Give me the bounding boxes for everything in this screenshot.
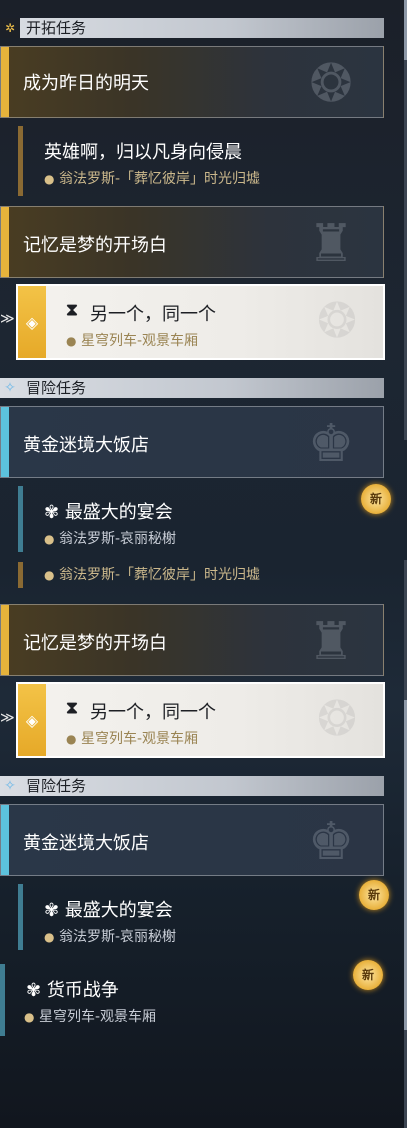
emblem-icon: ♚ — [307, 812, 355, 872]
quest-sub-bar — [18, 126, 23, 196]
quest-sub-adv1[interactable]: ✾ 最盛大的宴会 ● 翁法罗斯-哀丽秘榭 — [18, 884, 384, 950]
quest-location: ● 翁法罗斯-「葬忆彼岸」时光归墟 — [44, 567, 261, 583]
quest-sub-bar — [18, 486, 23, 552]
quest-card-main2[interactable]: ♜ 记忆是梦的开场白 — [0, 604, 384, 676]
location-pin-icon: ● — [66, 732, 77, 746]
quest-sub-bar — [18, 884, 23, 950]
section-header-trailblaze: ✲ 开拓任务 — [0, 18, 384, 38]
quest-location: ● 星穹列车-观景车厢 — [66, 731, 199, 747]
quest-card-main1[interactable]: ❂ 成为昨日的明天 — [0, 46, 384, 118]
quest-sub-adv1[interactable]: ✾ 最盛大的宴会 ● 翁法罗斯-哀丽秘榭 — [18, 486, 384, 552]
quest-location: ● 翁法罗斯-哀丽秘榭 — [44, 929, 177, 945]
emblem-icon: ♜ — [307, 214, 355, 274]
location-pin-icon: ● — [44, 532, 55, 546]
location-pin-icon: ● — [44, 930, 55, 944]
selected-arrow-icon: ≫ — [0, 311, 15, 327]
quest-sub-main2-selected[interactable]: ◈ ❂ ⧗ 另一个，同一个 ● 星穹列车-观景车厢 — [16, 682, 385, 758]
location-pin-icon: ● — [66, 334, 77, 348]
quest-sub-adv2[interactable]: ✾ 货币战争 ● 星穹列车-观景车厢 — [0, 964, 384, 1036]
quest-card-adv1[interactable]: ♚ 黄金迷境大饭店 — [0, 804, 384, 876]
quest-sub-title: 英雄啊，归以凡身向侵晨 — [44, 142, 242, 163]
section-header-adventure: ✧ 冒险任务 — [0, 378, 384, 398]
emblem-icon: ❂ — [309, 54, 353, 114]
quest-title: 成为昨日的明天 — [23, 73, 149, 94]
quest-card-main2[interactable]: ♜ 记忆是梦的开场白 — [0, 206, 384, 278]
quest-title: 记忆是梦的开场白 — [23, 633, 167, 654]
quest-sub-main2-selected[interactable]: ◈ ❂ ⧗ 另一个，同一个 ● 星穹列车-观景车厢 — [16, 284, 385, 360]
selected-diamond-icon: ◈ — [18, 684, 46, 756]
location-pin-icon: ● — [44, 568, 55, 582]
selected-arrow-icon: ≫ — [0, 710, 15, 726]
emblem-icon: ♜ — [307, 612, 355, 672]
selected-diamond-icon: ◈ — [18, 286, 46, 358]
section-label: 冒险任务 — [26, 777, 87, 795]
quest-location: ● 星穹列车-观景车厢 — [24, 1009, 157, 1025]
quest-sub-title: ✾ 货币战争 — [26, 980, 119, 1001]
quest-sub-bar — [18, 562, 23, 588]
quest-title: 黄金迷境大饭店 — [23, 435, 149, 456]
hourglass-icon: ⧗ — [66, 300, 78, 320]
emblem-icon: ❂ — [316, 691, 358, 747]
section-header-adventure: ✧ 冒险任务 — [0, 776, 384, 796]
hourglass-icon: ⧗ — [66, 698, 78, 718]
emblem-icon: ❂ — [316, 293, 358, 349]
quest-location: ● 翁法罗斯-哀丽秘榭 — [44, 531, 177, 547]
quest-sub-title: ✾ 最盛大的宴会 — [44, 900, 173, 921]
adventure-section-icon: ✧ — [4, 778, 16, 794]
quest-sub-main1[interactable]: 英雄啊，归以凡身向侵晨 ● 翁法罗斯-「葬忆彼岸」时光归墟 — [18, 126, 384, 196]
section-label: 冒险任务 — [26, 379, 87, 397]
quest-sub-title: 另一个，同一个 — [90, 702, 216, 723]
new-badge: 新 — [361, 484, 391, 514]
quest-sub-title: 另一个，同一个 — [90, 304, 216, 325]
quest-title: 记忆是梦的开场白 — [23, 235, 167, 256]
quest-card-adv1[interactable]: ♚ 黄金迷境大饭店 — [0, 406, 384, 478]
quest-title: 黄金迷境大饭店 — [23, 833, 149, 854]
quest-location: ● 星穹列车-观景车厢 — [66, 333, 199, 349]
new-badge: 新 — [353, 960, 383, 990]
trailblaze-section-icon: ✲ — [0, 18, 20, 38]
new-badge: 新 — [359, 880, 389, 910]
section-label: 开拓任务 — [26, 19, 87, 37]
location-pin-icon: ● — [44, 172, 55, 186]
adventure-section-icon: ✧ — [4, 380, 16, 396]
emblem-icon: ♚ — [307, 414, 355, 474]
quest-sub-main1-partial[interactable]: ● 翁法罗斯-「葬忆彼岸」时光归墟 — [18, 562, 384, 588]
quest-sub-title: ✾ 最盛大的宴会 — [44, 502, 173, 523]
quest-sub-bar — [0, 964, 5, 1036]
location-pin-icon: ● — [24, 1010, 35, 1024]
quest-location: ● 翁法罗斯-「葬忆彼岸」时光归墟 — [44, 171, 261, 187]
